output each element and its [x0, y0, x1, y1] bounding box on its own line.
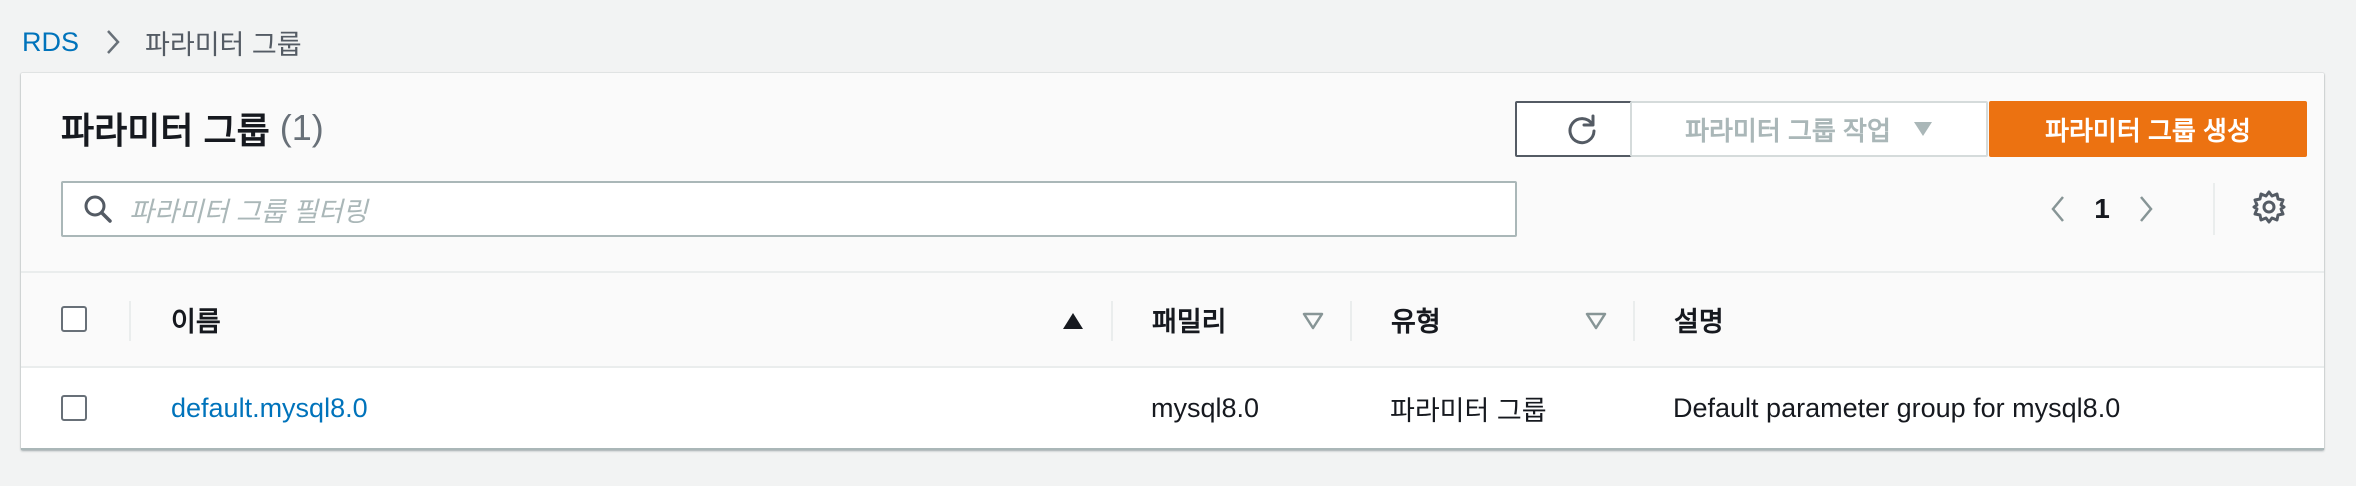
- column-header-description-label: 설명: [1674, 307, 1724, 337]
- column-divider: [1633, 301, 1635, 341]
- filter-placeholder: 파라미터 그룹 필터링: [129, 196, 368, 227]
- caret-down-icon: [1913, 122, 1932, 136]
- breadcrumb-link-rds[interactable]: RDS: [22, 27, 79, 58]
- column-divider: [129, 301, 131, 341]
- current-page-number[interactable]: 1: [2075, 193, 2129, 225]
- next-page-icon[interactable]: [2129, 189, 2163, 229]
- panel-title-text: 파라미터 그룹: [61, 110, 270, 151]
- parameter-group-actions-button[interactable]: 파라미터 그룹 작업: [1630, 101, 1988, 157]
- breadcrumb-current: 파라미터 그룹: [145, 29, 302, 60]
- previous-page-icon[interactable]: [2041, 189, 2075, 229]
- column-header-type[interactable]: 유형: [1391, 273, 1581, 366]
- cell-family: mysql8.0: [1151, 392, 1260, 423]
- pagination: 1: [2041, 181, 2163, 237]
- cell-type: 파라미터 그룹: [1390, 395, 1547, 426]
- pagination-divider: [2213, 183, 2215, 235]
- sort-icon[interactable]: [1301, 311, 1325, 331]
- chevron-right-icon: [105, 28, 121, 56]
- parameter-group-name-link[interactable]: default.mysql8.0: [171, 368, 368, 448]
- table-header: 이름 패밀리 유형 설명: [21, 271, 2324, 368]
- column-header-family-label: 패밀리: [1152, 307, 1227, 337]
- refresh-button[interactable]: [1515, 101, 1649, 157]
- column-header-name[interactable]: 이름: [171, 273, 1111, 366]
- page-title: 파라미터 그룹 (1): [61, 103, 324, 153]
- sort-icon[interactable]: [1584, 311, 1608, 331]
- cell-description: Default parameter group for mysql8.0: [1673, 392, 2121, 423]
- create-parameter-group-button[interactable]: 파라미터 그룹 생성: [1989, 101, 2307, 157]
- breadcrumb: RDS 파라미터 그룹: [22, 20, 302, 64]
- column-divider: [1350, 301, 1352, 341]
- select-all-checkbox[interactable]: [61, 306, 87, 332]
- column-header-type-label: 유형: [1391, 307, 1441, 337]
- sort-ascending-icon[interactable]: [1061, 311, 1085, 331]
- parameter-groups-panel: 파라미터 그룹 (1) 파라미터 그룹 작업 파라미터 그룹 생성 파라미터 그…: [21, 73, 2324, 450]
- column-header-description: 설명: [1674, 273, 2274, 366]
- refresh-icon: [1568, 114, 1596, 145]
- table-row[interactable]: default.mysql8.0 mysql8.0 파라미터 그룹 Defaul…: [21, 368, 2324, 450]
- search-icon: [83, 194, 113, 224]
- actions-button-label: 파라미터 그룹 작업: [1685, 115, 1891, 146]
- item-count: (1): [279, 107, 324, 148]
- row-select-checkbox[interactable]: [61, 395, 87, 421]
- column-header-name-label: 이름: [171, 307, 221, 337]
- gear-icon[interactable]: [2247, 185, 2291, 229]
- column-divider: [1111, 301, 1113, 341]
- filter-input[interactable]: 파라미터 그룹 필터링: [61, 181, 1517, 237]
